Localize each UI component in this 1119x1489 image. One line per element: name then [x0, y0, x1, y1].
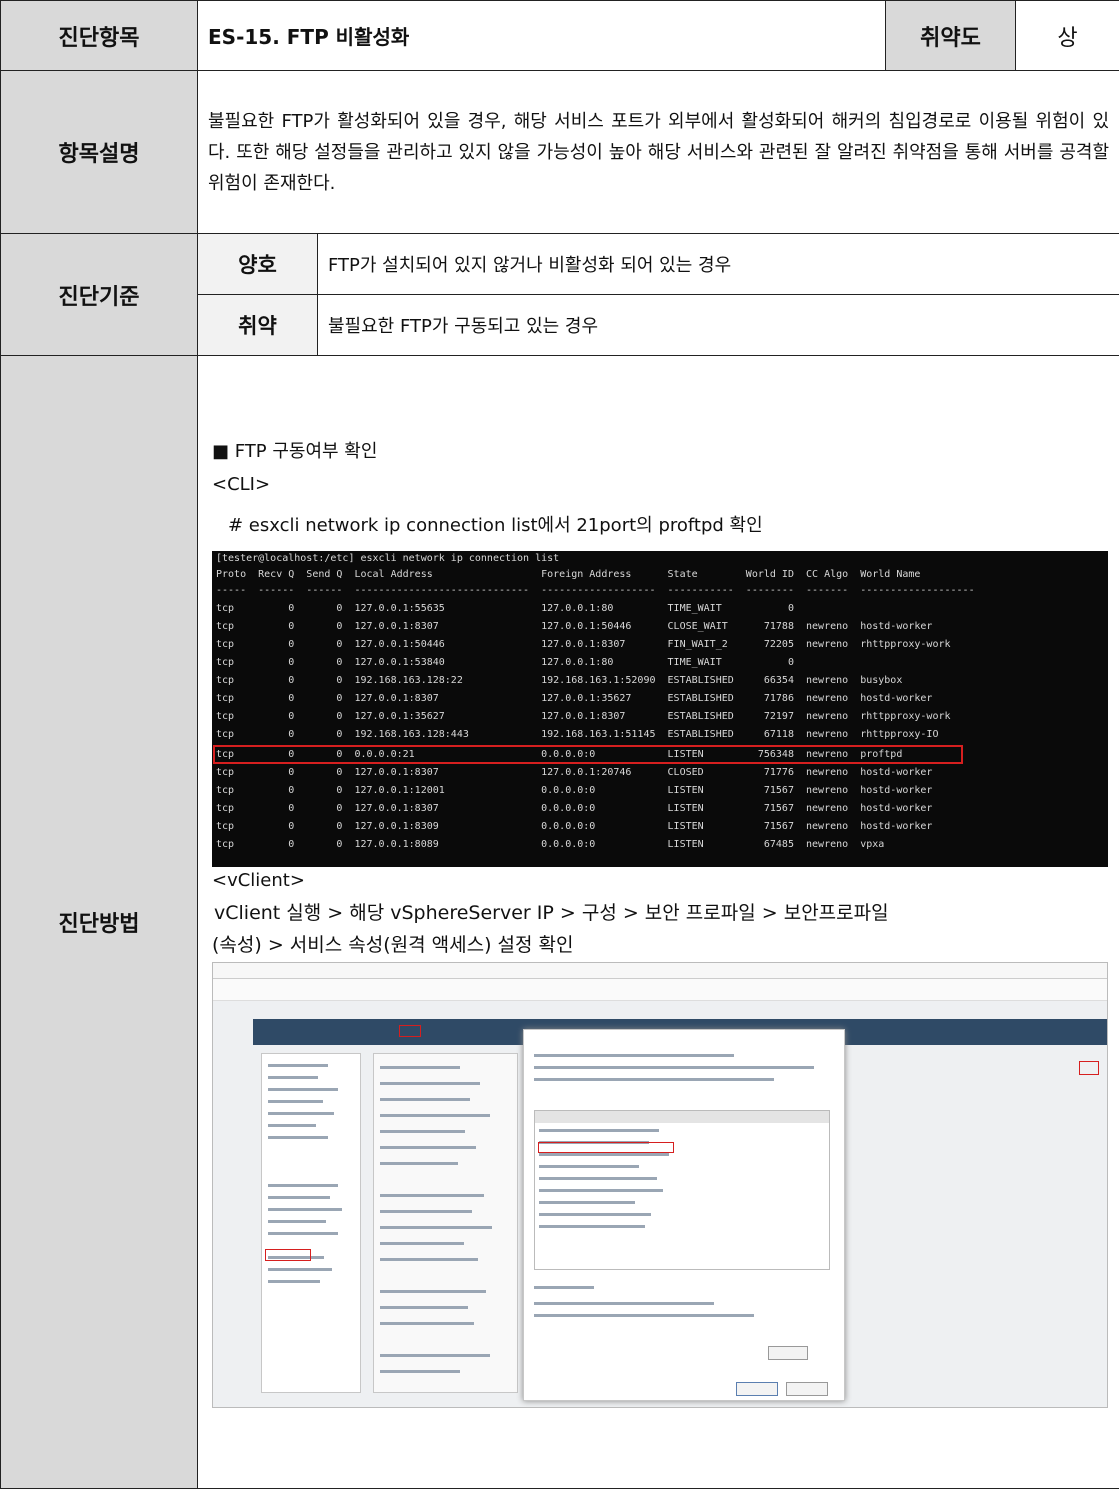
vclient-screenshot — [212, 962, 1108, 1408]
bad-text: 불필요한 FTP가 구동되고 있는 경우 — [318, 295, 1119, 356]
window-toolbar — [213, 979, 1107, 1001]
security-profile-highlight — [265, 1249, 311, 1261]
terminal-row: tcp 0 0 127.0.0.1:53840 127.0.0.1:80 TIM… — [216, 655, 794, 671]
cli-description: # esxcli network ip connection list에서 21… — [228, 511, 763, 537]
item-label: 진단항목 — [1, 1, 198, 71]
terminal-prompt: [tester@localhost:/etc] esxcli network i… — [216, 551, 559, 567]
good-label: 양호 — [198, 234, 318, 295]
method-label: 진단방법 — [1, 356, 198, 1489]
terminal-row: tcp 0 0 127.0.0.1:8089 0.0.0.0:0 LISTEN … — [216, 837, 884, 853]
vsftpd-row-highlight — [538, 1142, 674, 1153]
edit-link-highlight — [1079, 1061, 1099, 1075]
description-label: 항목설명 — [1, 71, 198, 234]
terminal-row: tcp 0 0 127.0.0.1:8307 127.0.0.1:20746 C… — [216, 765, 932, 781]
ok-button — [736, 1382, 778, 1396]
left-nav-panel — [261, 1053, 361, 1393]
window-titlebar — [213, 963, 1107, 979]
severity-value: 상 — [1016, 1, 1119, 71]
proftpd-highlight-box — [213, 745, 963, 764]
options-button — [768, 1346, 808, 1360]
terminal-row: tcp 0 0 127.0.0.1:8309 0.0.0.0:0 LISTEN … — [216, 819, 932, 835]
terminal-row: tcp 0 0 192.168.163.128:22 192.168.163.1… — [216, 673, 902, 689]
vclient-line-2: (속성) > 서비스 속성(원격 액세스) 설정 확인 — [212, 930, 574, 957]
terminal-row: tcp 0 0 127.0.0.1:8307 0.0.0.0:0 LISTEN … — [216, 801, 932, 817]
cli-tag: <CLI> — [212, 474, 270, 495]
terminal-row: tcp 0 0 127.0.0.1:55635 127.0.0.1:80 TIM… — [216, 601, 794, 617]
bullet-heading: ■ FTP 구동여부 확인 — [212, 437, 377, 463]
terminal-screenshot: [tester@localhost:/etc] esxcli network i… — [212, 551, 1108, 867]
criteria-label: 진단기준 — [1, 234, 198, 356]
terminal-row: tcp 0 0 192.168.163.128:443 192.168.163.… — [216, 727, 938, 743]
terminal-row: tcp 0 0 127.0.0.1:50446 127.0.0.1:8307 F… — [216, 637, 951, 653]
cancel-button — [786, 1382, 828, 1396]
terminal-header: Proto Recv Q Send Q Local Address Foreig… — [216, 567, 920, 583]
terminal-row: tcp 0 0 127.0.0.1:35627 127.0.0.1:8307 E… — [216, 709, 951, 725]
vclient-line-1: vClient 실행 > 해당 vSphereServer IP > 구성 > … — [214, 898, 1108, 925]
terminal-separator: ----- ------ ------ --------------------… — [216, 583, 975, 599]
good-text: FTP가 설치되어 있지 않거나 비활성화 되어 있는 경우 — [318, 234, 1119, 295]
severity-label: 취약도 — [886, 1, 1016, 71]
settings-list — [373, 1053, 518, 1393]
description-row: 항목설명 불필요한 FTP가 활성화되어 있을 경우, 해당 서비스 포트가 외… — [1, 71, 1119, 234]
configuration-tab-highlight — [399, 1025, 421, 1037]
description-text: 불필요한 FTP가 활성화되어 있을 경우, 해당 서비스 포트가 외부에서 활… — [198, 71, 1119, 234]
bad-label: 취약 — [198, 295, 318, 356]
service-properties-dialog — [523, 1029, 845, 1401]
terminal-row: tcp 0 0 127.0.0.1:8307 127.0.0.1:35627 E… — [216, 691, 932, 707]
terminal-row: tcp 0 0 127.0.0.1:12001 0.0.0.0:0 LISTEN… — [216, 783, 932, 799]
vclient-tag: <vClient> — [212, 870, 305, 891]
header-row: 진단항목 ES-15. FTP 비활성화 취약도 상 — [1, 1, 1119, 71]
terminal-row: tcp 0 0 127.0.0.1:8307 127.0.0.1:50446 C… — [216, 619, 932, 635]
service-list — [534, 1110, 830, 1270]
criteria-good-row: 진단기준 양호 FTP가 설치되어 있지 않거나 비활성화 되어 있는 경우 — [1, 234, 1119, 295]
item-title: ES-15. FTP 비활성화 — [198, 1, 886, 71]
